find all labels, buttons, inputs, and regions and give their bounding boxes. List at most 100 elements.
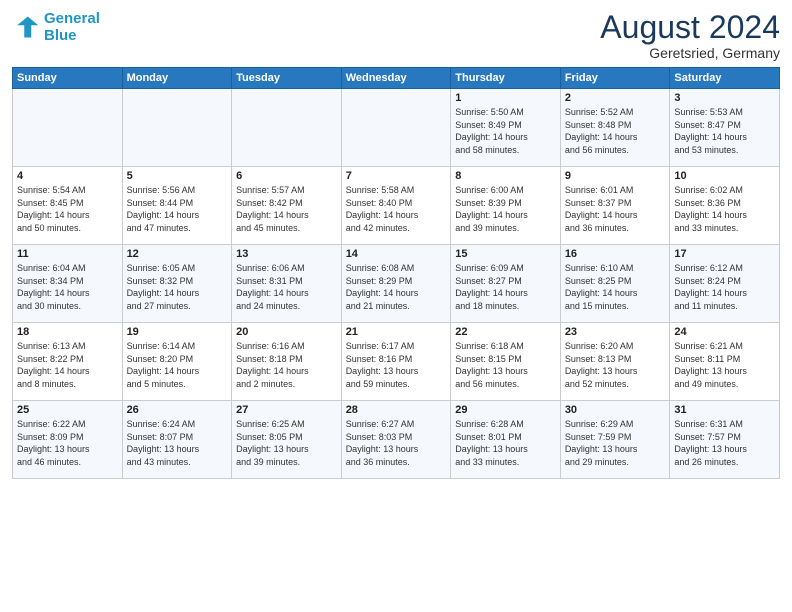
logo: General Blue xyxy=(12,10,100,45)
weekday-header-cell: Monday xyxy=(122,68,232,89)
day-number: 3 xyxy=(674,92,775,104)
day-number: 6 xyxy=(236,170,337,182)
day-number: 4 xyxy=(17,170,118,182)
calendar-cell: 7 Sunrise: 5:58 AM Sunset: 8:40 PM Daylig… xyxy=(341,167,451,245)
day-info: Sunrise: 6:17 AM Sunset: 8:16 PM Dayligh… xyxy=(346,340,447,390)
calendar-cell: 30 Sunrise: 6:29 AM Sunset: 7:59 PM Dayli… xyxy=(560,401,670,479)
calendar-cell: 16Sunrise: 6:10 AM Sunset: 8:25 PM Dayli… xyxy=(560,245,670,323)
weekday-header-cell: Saturday xyxy=(670,68,780,89)
day-info: Sunrise: 6:24 AM Sunset: 8:07 PM Dayligh… xyxy=(127,418,228,468)
day-info: Sunrise: 5:50 AM Sunset: 8:49 PM Dayligh… xyxy=(455,106,556,156)
logo-icon xyxy=(12,13,40,41)
weekday-header-cell: Tuesday xyxy=(232,68,342,89)
day-info: Sunrise: 6:25 AM Sunset: 8:05 PM Dayligh… xyxy=(236,418,337,468)
calendar-cell: 24 Sunrise: 6:21 AM Sunset: 8:11 PM Dayli… xyxy=(670,323,780,401)
day-number: 7 xyxy=(346,170,447,182)
calendar-cell: 17Sunrise: 6:12 AM Sunset: 8:24 PM Dayli… xyxy=(670,245,780,323)
calendar-cell: 6 Sunrise: 5:57 AM Sunset: 8:42 PM Daylig… xyxy=(232,167,342,245)
day-number: 14 xyxy=(346,248,447,260)
weekday-header-cell: Wednesday xyxy=(341,68,451,89)
calendar-cell: 23 Sunrise: 6:20 AM Sunset: 8:13 PM Dayli… xyxy=(560,323,670,401)
day-number: 15 xyxy=(455,248,556,260)
calendar-cell: 20Sunrise: 6:16 AM Sunset: 8:18 PM Dayli… xyxy=(232,323,342,401)
day-number: 19 xyxy=(127,326,228,338)
day-info: Sunrise: 5:52 AM Sunset: 8:48 PM Dayligh… xyxy=(565,106,666,156)
day-info: Sunrise: 5:56 AM Sunset: 8:44 PM Dayligh… xyxy=(127,184,228,234)
day-info: Sunrise: 5:57 AM Sunset: 8:42 PM Dayligh… xyxy=(236,184,337,234)
day-number: 24 xyxy=(674,326,775,338)
day-number: 29 xyxy=(455,404,556,416)
calendar-cell: 21 Sunrise: 6:17 AM Sunset: 8:16 PM Dayli… xyxy=(341,323,451,401)
day-info: Sunrise: 6:01 AM Sunset: 8:37 PM Dayligh… xyxy=(565,184,666,234)
weekday-header-row: SundayMondayTuesdayWednesdayThursdayFrid… xyxy=(13,68,780,89)
calendar-cell: 13Sunrise: 6:06 AM Sunset: 8:31 PM Dayli… xyxy=(232,245,342,323)
day-number: 25 xyxy=(17,404,118,416)
day-number: 1 xyxy=(455,92,556,104)
day-number: 5 xyxy=(127,170,228,182)
weekday-header-cell: Sunday xyxy=(13,68,123,89)
calendar-week-row: 18 Sunrise: 6:13 AM Sunset: 8:22 PM Dayli… xyxy=(13,323,780,401)
calendar-cell: 2 Sunrise: 5:52 AM Sunset: 8:48 PM Daylig… xyxy=(560,89,670,167)
day-number: 9 xyxy=(565,170,666,182)
calendar-cell: 26 Sunrise: 6:24 AM Sunset: 8:07 PM Dayli… xyxy=(122,401,232,479)
day-info: Sunrise: 6:02 AM Sunset: 8:36 PM Dayligh… xyxy=(674,184,775,234)
day-number: 23 xyxy=(565,326,666,338)
day-number: 8 xyxy=(455,170,556,182)
calendar-cell xyxy=(13,89,123,167)
calendar-cell: 31 Sunrise: 6:31 AM Sunset: 7:57 PM Dayli… xyxy=(670,401,780,479)
calendar-cell: 11 Sunrise: 6:04 AM Sunset: 8:34 PM Dayli… xyxy=(13,245,123,323)
weekday-header-cell: Thursday xyxy=(451,68,561,89)
calendar-cell: 5 Sunrise: 5:56 AM Sunset: 8:44 PM Daylig… xyxy=(122,167,232,245)
calendar-cell: 22Sunrise: 6:18 AM Sunset: 8:15 PM Dayli… xyxy=(451,323,561,401)
calendar-cell: 27 Sunrise: 6:25 AM Sunset: 8:05 PM Dayli… xyxy=(232,401,342,479)
day-info: Sunrise: 6:05 AM Sunset: 8:32 PM Dayligh… xyxy=(127,262,228,312)
day-number: 10 xyxy=(674,170,775,182)
calendar-cell: 14 Sunrise: 6:08 AM Sunset: 8:29 PM Dayli… xyxy=(341,245,451,323)
logo-blue: Blue xyxy=(44,27,100,44)
calendar-cell: 18 Sunrise: 6:13 AM Sunset: 8:22 PM Dayli… xyxy=(13,323,123,401)
day-info: Sunrise: 6:08 AM Sunset: 8:29 PM Dayligh… xyxy=(346,262,447,312)
day-info: Sunrise: 5:54 AM Sunset: 8:45 PM Dayligh… xyxy=(17,184,118,234)
calendar-week-row: 1 Sunrise: 5:50 AM Sunset: 8:49 PM Daylig… xyxy=(13,89,780,167)
calendar-cell: 19 Sunrise: 6:14 AM Sunset: 8:20 PM Dayli… xyxy=(122,323,232,401)
calendar-table: SundayMondayTuesdayWednesdayThursdayFrid… xyxy=(12,67,780,479)
day-info: Sunrise: 6:14 AM Sunset: 8:20 PM Dayligh… xyxy=(127,340,228,390)
day-info: Sunrise: 6:29 AM Sunset: 7:59 PM Dayligh… xyxy=(565,418,666,468)
day-number: 26 xyxy=(127,404,228,416)
weekday-header-cell: Friday xyxy=(560,68,670,89)
day-info: Sunrise: 6:20 AM Sunset: 8:13 PM Dayligh… xyxy=(565,340,666,390)
day-info: Sunrise: 6:10 AM Sunset: 8:25 PM Dayligh… xyxy=(565,262,666,312)
calendar-cell xyxy=(341,89,451,167)
calendar-week-row: 25 Sunrise: 6:22 AM Sunset: 8:09 PM Dayli… xyxy=(13,401,780,479)
day-info: Sunrise: 6:00 AM Sunset: 8:39 PM Dayligh… xyxy=(455,184,556,234)
day-info: Sunrise: 5:58 AM Sunset: 8:40 PM Dayligh… xyxy=(346,184,447,234)
day-number: 13 xyxy=(236,248,337,260)
day-number: 18 xyxy=(17,326,118,338)
day-info: Sunrise: 6:21 AM Sunset: 8:11 PM Dayligh… xyxy=(674,340,775,390)
day-info: Sunrise: 5:53 AM Sunset: 8:47 PM Dayligh… xyxy=(674,106,775,156)
day-number: 2 xyxy=(565,92,666,104)
calendar-week-row: 4 Sunrise: 5:54 AM Sunset: 8:45 PM Daylig… xyxy=(13,167,780,245)
day-info: Sunrise: 6:31 AM Sunset: 7:57 PM Dayligh… xyxy=(674,418,775,468)
calendar-cell xyxy=(122,89,232,167)
day-number: 30 xyxy=(565,404,666,416)
calendar-cell: 28Sunrise: 6:27 AM Sunset: 8:03 PM Dayli… xyxy=(341,401,451,479)
day-number: 31 xyxy=(674,404,775,416)
calendar-cell: 1 Sunrise: 5:50 AM Sunset: 8:49 PM Daylig… xyxy=(451,89,561,167)
day-number: 11 xyxy=(17,248,118,260)
day-info: Sunrise: 6:04 AM Sunset: 8:34 PM Dayligh… xyxy=(17,262,118,312)
calendar-cell: 10 Sunrise: 6:02 AM Sunset: 8:36 PM Dayli… xyxy=(670,167,780,245)
logo-text: General Blue xyxy=(44,10,100,45)
calendar-body: 1 Sunrise: 5:50 AM Sunset: 8:49 PM Daylig… xyxy=(13,89,780,479)
location: Geretsried, Germany xyxy=(600,45,780,61)
day-info: Sunrise: 6:22 AM Sunset: 8:09 PM Dayligh… xyxy=(17,418,118,468)
day-info: Sunrise: 6:09 AM Sunset: 8:27 PM Dayligh… xyxy=(455,262,556,312)
day-number: 27 xyxy=(236,404,337,416)
day-number: 21 xyxy=(346,326,447,338)
calendar-cell: 25 Sunrise: 6:22 AM Sunset: 8:09 PM Dayli… xyxy=(13,401,123,479)
calendar-cell: 29Sunrise: 6:28 AM Sunset: 8:01 PM Dayli… xyxy=(451,401,561,479)
title-block: August 2024 Geretsried, Germany xyxy=(600,10,780,61)
day-info: Sunrise: 6:13 AM Sunset: 8:22 PM Dayligh… xyxy=(17,340,118,390)
calendar-cell: 4 Sunrise: 5:54 AM Sunset: 8:45 PM Daylig… xyxy=(13,167,123,245)
calendar-cell: 9 Sunrise: 6:01 AM Sunset: 8:37 PM Daylig… xyxy=(560,167,670,245)
